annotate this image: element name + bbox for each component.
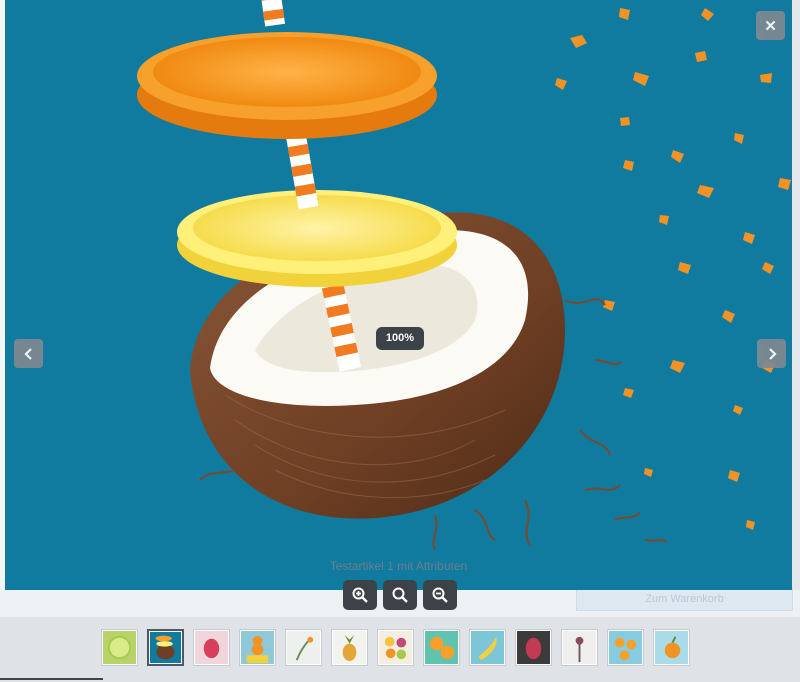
thumbnail-dragon-fruit[interactable] <box>515 629 552 666</box>
image-stage[interactable] <box>5 0 792 590</box>
chevron-left-icon <box>23 347 32 360</box>
thumbnail-herb[interactable] <box>561 629 598 666</box>
zoom-out-icon <box>432 587 448 603</box>
thumbnail-orange-single[interactable] <box>653 629 690 666</box>
thumbnail-orange-stack[interactable] <box>239 629 276 666</box>
thumbnail-image <box>150 632 181 663</box>
thumbnail-image <box>287 631 320 664</box>
zoom-in-button[interactable] <box>343 580 377 610</box>
zoom-reset-button[interactable] <box>383 580 417 610</box>
scroll-indicator <box>0 678 103 680</box>
thumbnail-lime-slice[interactable] <box>101 629 138 666</box>
thumbnail-branch[interactable] <box>285 629 322 666</box>
thumbnail-image <box>517 631 550 664</box>
background-edge <box>792 0 800 590</box>
thumbnail-image <box>195 631 228 664</box>
thumbnail-image <box>425 631 458 664</box>
thumbnail-image <box>471 631 504 664</box>
thumbnail-fruit-slices[interactable] <box>377 629 414 666</box>
previous-image-button[interactable] <box>14 339 43 368</box>
thumbnail-coconut-citrus[interactable] <box>147 629 184 666</box>
thumbnail-image <box>609 631 642 664</box>
thumbnail-pineapple[interactable] <box>331 629 368 666</box>
image-caption: Testartikel 1 mit Attributen <box>329 559 468 573</box>
thumbnail-image <box>103 631 136 664</box>
thumbnail-image <box>655 631 688 664</box>
thumbnail-list <box>101 629 690 666</box>
close-button[interactable]: ✕ <box>756 11 785 40</box>
thumbnail-banana[interactable] <box>469 629 506 666</box>
thumbnail-image <box>241 631 274 664</box>
zoom-toolbar <box>343 580 457 610</box>
chevron-right-icon <box>768 347 777 360</box>
close-icon: ✕ <box>764 17 777 35</box>
thumbnail-orange-halves[interactable] <box>423 629 460 666</box>
thumbnail-image <box>379 631 412 664</box>
next-image-button[interactable] <box>757 339 786 368</box>
zoom-in-icon <box>352 587 368 603</box>
zoom-out-button[interactable] <box>423 580 457 610</box>
thumbnail-strip <box>0 617 800 682</box>
zoom-reset-icon <box>392 587 408 603</box>
product-image <box>137 0 791 551</box>
thumbnail-image <box>333 631 366 664</box>
zoom-level-indicator: 100% <box>376 327 424 350</box>
thumbnail-raspberry[interactable] <box>193 629 230 666</box>
thumbnail-image <box>563 631 596 664</box>
thumbnail-orange-slices[interactable] <box>607 629 644 666</box>
